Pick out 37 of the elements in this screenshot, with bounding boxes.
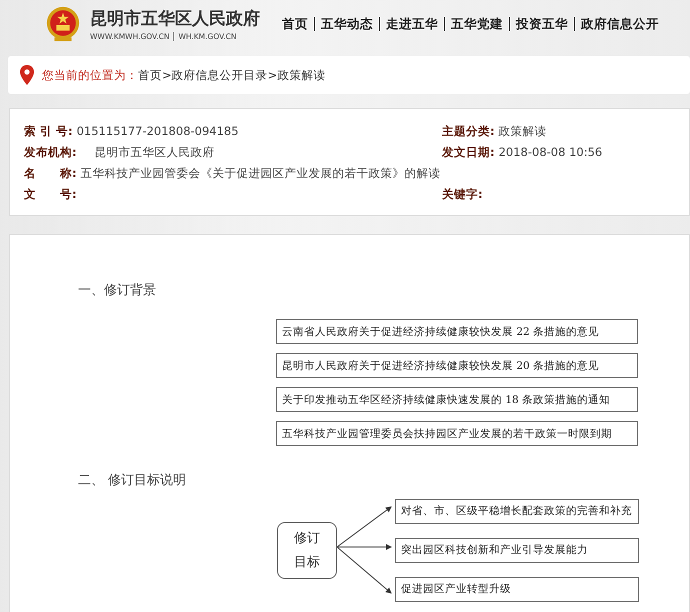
goal-box: 修订 目标: [277, 522, 337, 578]
site-title: 昆明市五华区人民政府: [90, 8, 260, 30]
goal-item-box: 对省、市、区级平稳增长配套政策的完善和补充: [395, 498, 639, 524]
nav-link[interactable]: 五华党建: [444, 17, 509, 31]
goal-item-box: 突出园区科技创新和产业引导发展能力: [395, 538, 639, 562]
field-label: 发布机构:: [24, 144, 77, 160]
nav-link[interactable]: 走进五华: [379, 17, 444, 31]
emblem-icon: [44, 4, 82, 44]
field-label: 主题分类:: [442, 124, 495, 138]
section-heading: 二、 修订目标说明: [77, 472, 188, 489]
policy-box: 关于印发推动五华区经济持续健康快速发展的 18 条政策措施的通知: [276, 387, 638, 412]
location-pin-icon: [20, 65, 34, 85]
nav-link[interactable]: 政府信息公开: [574, 17, 665, 31]
breadcrumb-separator: >: [162, 68, 172, 82]
nav-link[interactable]: 投资五华: [509, 17, 574, 31]
field-label: 索 引 号:: [24, 124, 73, 138]
section-heading: 一、修订背景: [77, 282, 157, 299]
breadcrumb-link[interactable]: 政府信息公开目录: [172, 68, 268, 82]
field-value: 五华科技产业园管委会《关于促进园区产业发展的若干政策》的解读: [80, 166, 441, 180]
breadcrumb-label: 您当前的位置为：: [42, 68, 138, 82]
field-label: 文 号:: [24, 186, 77, 202]
field-value: 2018-08-08 10:56: [498, 145, 602, 159]
goal-item-box: 促进园区产业转型升级: [395, 576, 639, 602]
breadcrumb-link[interactable]: 首页: [138, 68, 162, 82]
field-value: 015115177-201808-094185: [76, 124, 239, 138]
field-value: 昆明市五华区人民政府: [94, 144, 215, 160]
policy-box: 五华科技产业园管理委员会扶持园区产业发展的若干政策一时限到期: [276, 421, 638, 446]
field-value: 政策解读: [498, 124, 547, 138]
policy-box: 云南省人民政府关于促进经济持续健康较快发展 22 条措施的意见: [276, 319, 638, 344]
nav-link[interactable]: 五华动态: [314, 17, 379, 31]
field-label: 发文日期:: [442, 144, 495, 160]
policy-box: 昆明市人民政府关于促进经济持续健康较快发展 20 条措施的意见: [276, 353, 638, 378]
nav-link[interactable]: 首页: [276, 17, 314, 31]
breadcrumb-link[interactable]: 政策解读: [277, 68, 326, 82]
field-label: 关键字:: [442, 186, 483, 202]
breadcrumb-separator: >: [268, 68, 278, 82]
field-label: 名 称:: [24, 166, 77, 180]
